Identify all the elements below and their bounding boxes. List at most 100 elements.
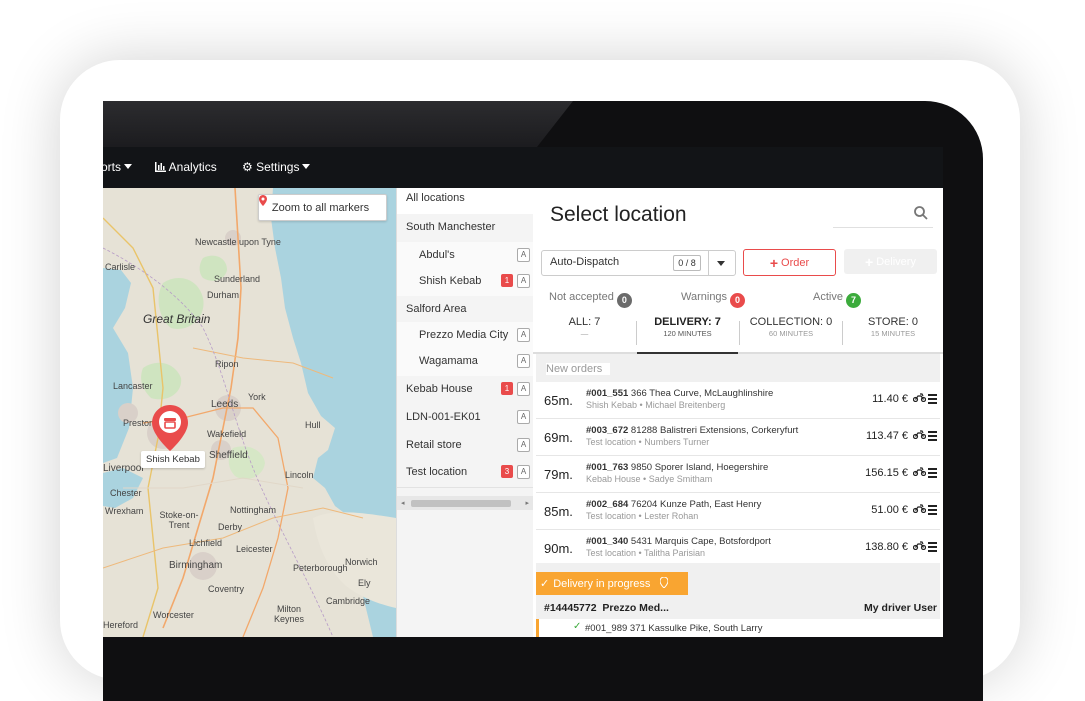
map-view[interactable]: Newcastle upon Tyne Carlisle Sunderland … [103, 188, 396, 637]
app-screen: orts Analytics ⚙ Settings Newcastle upon… [103, 147, 943, 637]
check-icon: ✓ [540, 578, 550, 590]
map-canvas [103, 188, 396, 637]
scroll-right-icon[interactable]: ▸ [525, 499, 529, 507]
location-name: Abdul's [419, 249, 455, 261]
order-amount: 51.00 € [871, 504, 908, 516]
page-title: Select location [550, 203, 687, 226]
order-customer: Numbers Turner [644, 437, 710, 447]
location-name: LDN-001-EK01 [406, 411, 481, 423]
map-label-derby: Derby [218, 522, 243, 532]
nav-analytics[interactable]: Analytics [155, 160, 217, 174]
add-delivery-button[interactable]: + Delivery [844, 249, 937, 274]
location-item[interactable]: Salford Area [397, 296, 533, 323]
map-label-preston: Preston [123, 418, 155, 428]
scroll-left-icon[interactable]: ◂ [401, 499, 405, 507]
location-name: Shish Kebab [419, 275, 482, 287]
nav-reports[interactable]: orts [103, 160, 133, 174]
in-progress-delivery-row[interactable]: #14445772 Prezzo Med... My driver User [536, 597, 940, 619]
map-label-liverpool: Liverpool [103, 463, 144, 474]
horizontal-scrollbar[interactable]: ◂ ▸ [397, 496, 533, 510]
location-item[interactable]: LDN-001-EK01 A [397, 404, 533, 433]
search-icon[interactable] [914, 206, 928, 225]
location-all-label: All locations [406, 192, 465, 204]
location-item[interactable]: South Manchester [397, 214, 533, 243]
order-row[interactable]: 69m. #003_672 81288 Balistreri Extensions… [536, 419, 940, 456]
location-item[interactable]: Prezzo Media City A [397, 322, 533, 349]
auto-dispatch-select[interactable]: Auto-Dispatch 0 / 8 [541, 250, 736, 276]
top-navigation: orts Analytics ⚙ Settings [103, 147, 943, 188]
zoom-to-all-markers-button[interactable]: Zoom to all markers [258, 194, 387, 221]
location-name: Kebab House [406, 383, 473, 395]
auto-dispatch-badge: A [517, 248, 530, 262]
menu-icon[interactable] [928, 542, 937, 554]
location-item[interactable]: Test location 3 A [397, 459, 533, 488]
location-item[interactable]: Abdul's A [397, 242, 533, 269]
motorbike-icon [912, 430, 927, 442]
map-pin-icon [659, 575, 669, 591]
dispatch-count: 0 / 8 [673, 255, 701, 271]
order-list: 65m. #001_551 366 Thea Curve, McLaughlins… [536, 382, 940, 567]
alert-count-badge: 3 [501, 465, 513, 478]
stat-active[interactable]: Active 7 [813, 291, 861, 308]
map-label-milton-keynes: Milton Keynes [273, 604, 305, 624]
chevron-down-icon[interactable] [717, 261, 725, 266]
location-name: Salford Area [406, 303, 467, 315]
order-line: #001_763 9850 Sporer Island, Hoegershire [586, 462, 768, 473]
delivery-in-progress-tab[interactable]: ✓ Delivery in progress [536, 572, 688, 595]
order-address: 81288 Balistreri Extensions, Corkeryfurt [630, 425, 799, 436]
location-list: All locations South Manchester Abdul's A Sh… [396, 188, 533, 637]
order-minutes: 65m. [544, 393, 573, 408]
in-progress-sub-line: #001_989 371 Kassulke Pike, South Larry [585, 623, 763, 634]
tab-delivery[interactable]: DELIVERY: 7 120 MINUTES [637, 316, 738, 354]
order-line: #002_684 76204 Kunze Path, East Henry [586, 499, 761, 510]
tab-label: DELIVERY: 7 [654, 316, 721, 328]
map-label-hereford: Hereford [103, 620, 139, 630]
nav-settings[interactable]: ⚙ Settings [242, 160, 311, 174]
auto-dispatch-badge: A [517, 354, 530, 368]
stat-warnings[interactable]: Warnings 0 [681, 291, 746, 308]
order-line: #001_551 366 Thea Curve, McLaughlinshire [586, 388, 773, 399]
order-id: #001_551 [586, 388, 629, 399]
map-label-wrexham: Wrexham [105, 506, 144, 516]
scrollbar-thumb[interactable] [411, 500, 511, 507]
menu-icon[interactable] [928, 468, 937, 480]
check-icon: ✓ [573, 621, 582, 632]
order-amount: 156.15 € [865, 467, 908, 479]
order-meta: Kebab House • Sadye Smitham [586, 474, 713, 484]
order-meta: Test location • Numbers Turner [586, 437, 710, 447]
caret-down-icon [124, 164, 133, 169]
map-label-worcester: Worcester [153, 610, 194, 620]
order-amount: 138.80 € [865, 541, 908, 553]
location-all[interactable]: All locations [397, 188, 533, 215]
nav-analytics-label: Analytics [168, 160, 217, 174]
bezel-glare [103, 101, 573, 149]
order-line: #001_340 5431 Marquis Cape, Botsfordport [586, 536, 771, 547]
auto-dispatch-label: Auto-Dispatch [550, 256, 620, 268]
order-meta: Shish Kebab • Michael Breitenberg [586, 400, 726, 410]
order-row[interactable]: 65m. #001_551 366 Thea Curve, McLaughlins… [536, 382, 940, 419]
stat-not-accepted[interactable]: Not accepted 0 [549, 291, 632, 308]
tab-collection[interactable]: COLLECTION: 0 60 MINUTES [740, 316, 842, 352]
tab-label: ALL: 7 [568, 316, 601, 328]
menu-icon[interactable] [928, 394, 937, 406]
tab-store[interactable]: STORE: 0 15 MINUTES [843, 316, 943, 352]
map-label-great-britain: Great Britain [143, 312, 211, 326]
location-item[interactable]: Shish Kebab 1 A [397, 268, 533, 297]
caret-down-icon [302, 164, 311, 169]
tab-all[interactable]: ALL: 7 — [533, 316, 636, 352]
order-row[interactable]: 90m. #001_340 5431 Marquis Cape, Botsford… [536, 530, 940, 567]
map-label-carlisle: Carlisle [105, 262, 136, 272]
motorbike-icon [912, 504, 927, 516]
menu-icon[interactable] [928, 505, 937, 517]
location-item[interactable]: Wagamama A [397, 348, 533, 377]
location-item[interactable]: Retail store A [397, 432, 533, 460]
location-item[interactable]: Kebab House 1 A [397, 376, 533, 405]
order-row[interactable]: 85m. #002_684 76204 Kunze Path, East Henr… [536, 493, 940, 530]
order-meta: Test location • Talitha Parisian [586, 548, 706, 558]
menu-icon[interactable] [928, 431, 937, 443]
map-label-norwich: Norwich [345, 557, 378, 567]
in-progress-sub-order[interactable]: ✓ #001_989 371 Kassulke Pike, South Larr… [536, 619, 940, 637]
order-row[interactable]: 79m. #001_763 9850 Sporer Island, Hoegers… [536, 456, 940, 493]
in-progress-store: Prezzo Med... [602, 602, 669, 614]
add-order-button[interactable]: + Order [743, 249, 836, 276]
